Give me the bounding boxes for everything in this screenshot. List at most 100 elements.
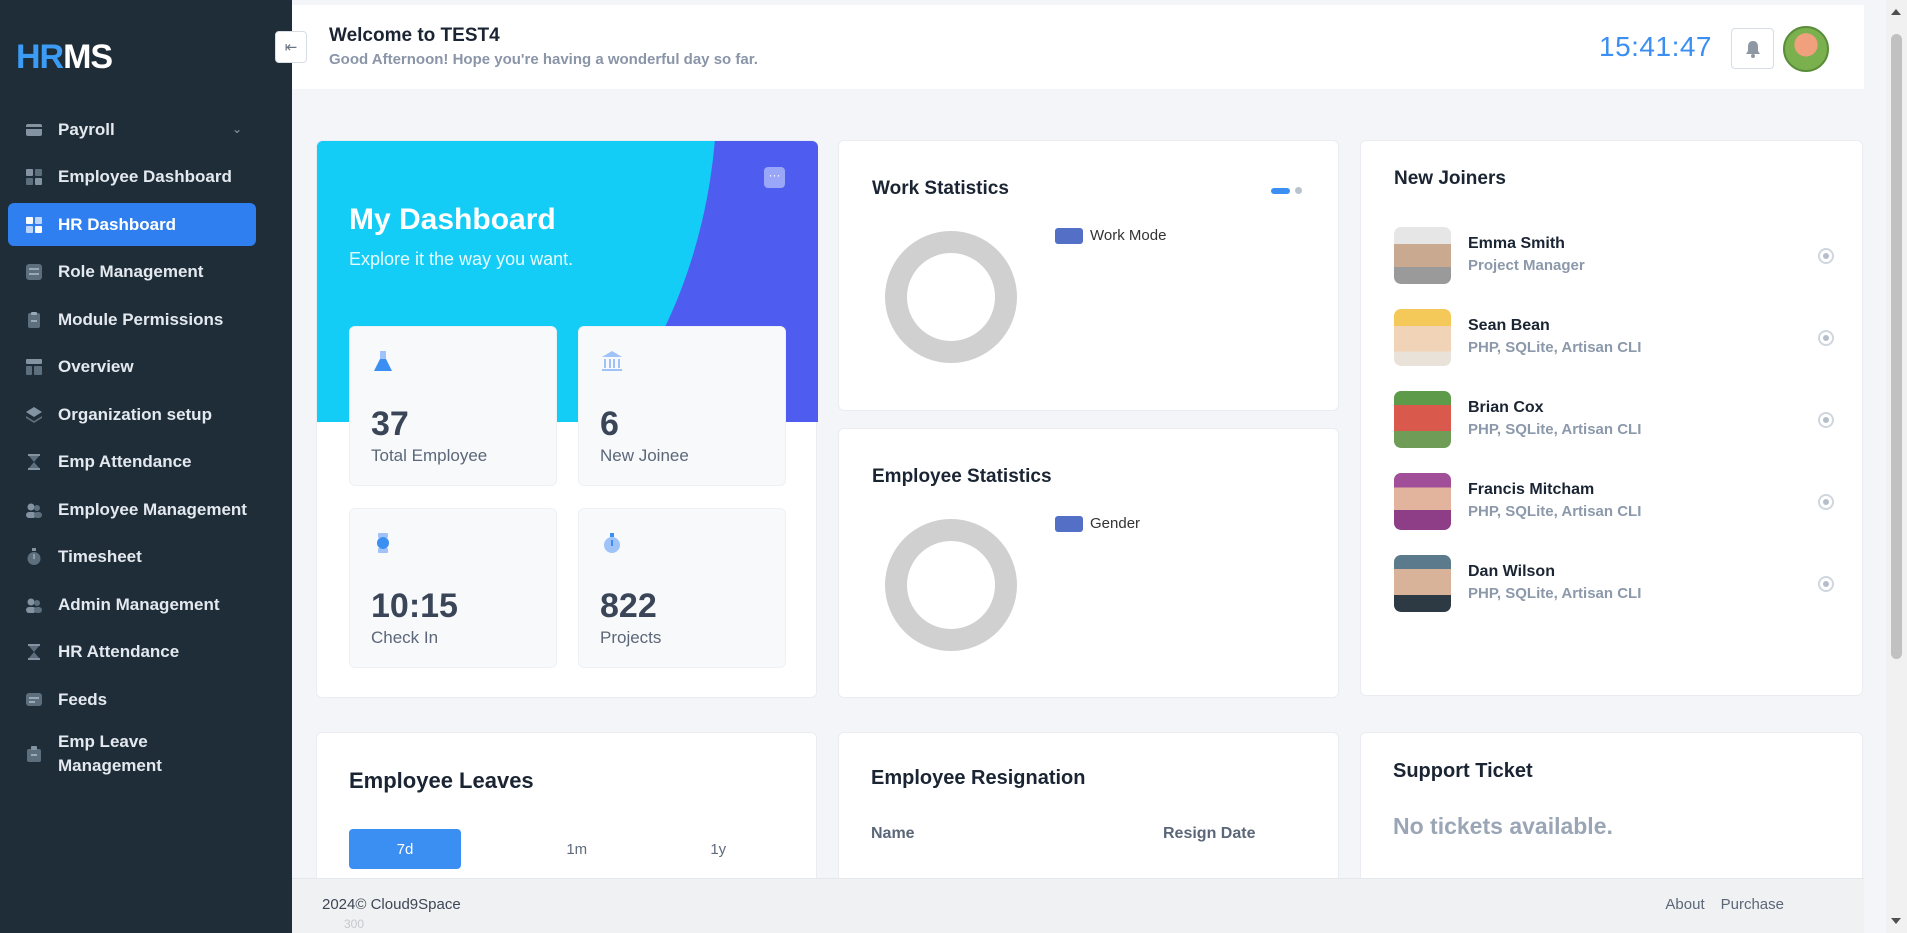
stat-label: Total Employee [371, 446, 488, 465]
stat-value: 822 [600, 587, 657, 625]
avatar [1394, 391, 1451, 448]
avatar [1394, 309, 1451, 366]
carousel-pager[interactable] [1271, 187, 1302, 194]
list-item[interactable]: Emma Smith Project Manager [1394, 227, 1834, 285]
tab-1y[interactable]: 1y [648, 829, 790, 869]
pager-dot[interactable] [1295, 187, 1302, 194]
joiner-role: PHP, SQLite, Artisan CLI [1468, 503, 1642, 520]
work-mode-legend[interactable]: Work Mode [1055, 227, 1166, 244]
sidebar-item-label: Overview [58, 357, 134, 376]
sidebar-item-label: Timesheet [58, 547, 142, 566]
sidebar-item-admin-management[interactable]: Admin Management [8, 583, 256, 626]
sidebar: HRMS Payroll ⌄ Employee Dashboard HR Das… [0, 0, 292, 933]
sidebar-item-hr-attendance[interactable]: HR Attendance [8, 631, 256, 674]
list-item[interactable]: Sean Bean PHP, SQLite, Artisan CLI [1394, 309, 1834, 367]
scroll-down-icon[interactable] [1891, 918, 1901, 924]
sidebar-item-employee-dashboard[interactable]: Employee Dashboard [8, 156, 256, 199]
about-link[interactable]: About [1665, 896, 1704, 913]
my-dashboard-card: My Dashboard Explore it the way you want… [316, 140, 818, 698]
footer-links: About Purchase [1665, 896, 1784, 913]
sidebar-item-timesheet[interactable]: Timesheet [8, 536, 256, 579]
sidebar-item-emp-leave-management[interactable]: Emp Leave Management [8, 726, 256, 782]
sidebar-item-label: Admin Management [58, 594, 220, 614]
logo-part-hr: HR [16, 38, 64, 76]
user-avatar[interactable] [1783, 26, 1829, 72]
list-item[interactable]: Dan Wilson PHP, SQLite, Artisan CLI [1394, 555, 1834, 613]
employee-leaves-title: Employee Leaves [349, 768, 534, 793]
gender-donut [885, 519, 1017, 651]
layers-icon [26, 406, 42, 423]
sidebar-item-label: Emp Attendance [58, 452, 192, 471]
sidebar-item-role-management[interactable]: Role Management [8, 251, 256, 294]
scrollbar-thumb[interactable] [1891, 34, 1902, 659]
list-item[interactable]: Francis Mitcham PHP, SQLite, Artisan CLI [1394, 473, 1834, 531]
view-icon[interactable] [1818, 248, 1834, 264]
stat-value: 10:15 [371, 587, 458, 625]
sidebar-item-emp-attendance[interactable]: Emp Attendance [8, 441, 256, 484]
flask-icon [374, 351, 392, 371]
view-icon[interactable] [1818, 494, 1834, 510]
work-statistics-title: Work Statistics [872, 178, 1009, 199]
joiner-role: Project Manager [1468, 257, 1585, 274]
watch-icon [377, 533, 389, 553]
avatar [1394, 473, 1451, 530]
view-icon[interactable] [1818, 576, 1834, 592]
stopwatch-icon [604, 533, 620, 553]
credit-card-icon [26, 123, 42, 136]
avatar [1394, 555, 1451, 612]
stat-label: New Joinee [600, 446, 689, 465]
top-header: Welcome to TEST4 Good Afternoon! Hope yo… [292, 5, 1864, 89]
sidebar-item-employee-management[interactable]: Employee Management [8, 488, 256, 531]
stat-check-in: 10:15 Check In [349, 508, 557, 668]
sidebar-item-module-permissions[interactable]: Module Permissions [8, 298, 256, 341]
users-icon [26, 598, 42, 613]
employee-resignation-title: Employee Resignation [871, 767, 1086, 789]
joiner-name: Francis Mitcham [1468, 481, 1595, 498]
page-footer: 2024© Cloud9Space 300 About Purchase [292, 878, 1864, 933]
joiner-name: Sean Bean [1468, 317, 1550, 334]
sidebar-item-payroll[interactable]: Payroll ⌄ [8, 108, 256, 151]
legend-label: Work Mode [1090, 227, 1167, 244]
sidebar-item-organization-setup[interactable]: Organization setup [8, 393, 256, 436]
purchase-link[interactable]: Purchase [1721, 896, 1784, 913]
sidebar-item-feeds[interactable]: Feeds [8, 678, 256, 721]
logo-part-ms: MS [63, 38, 113, 76]
clipboard-icon [28, 311, 40, 328]
list-item[interactable]: Brian Cox PHP, SQLite, Artisan CLI [1394, 391, 1834, 449]
dashboard-grid-icon [26, 169, 42, 185]
arrow-left-icon: ⇤ [284, 39, 298, 56]
column-header-name: Name [871, 825, 915, 842]
joiner-name: Brian Cox [1468, 399, 1544, 416]
scroll-up-icon[interactable] [1891, 9, 1901, 15]
joiner-role: PHP, SQLite, Artisan CLI [1468, 339, 1642, 356]
view-icon[interactable] [1818, 412, 1834, 428]
gender-legend[interactable]: Gender [1055, 515, 1140, 532]
hourglass-icon [28, 454, 40, 470]
view-icon[interactable] [1818, 330, 1834, 346]
copyright-text: 2024© Cloud9Space [322, 896, 461, 913]
more-options-icon[interactable]: ··· [764, 167, 785, 188]
feed-icon [26, 692, 42, 706]
page-scrollbar[interactable] [1886, 0, 1907, 933]
pager-dot-active[interactable] [1271, 187, 1290, 194]
stopwatch-icon [27, 548, 41, 565]
tab-7d[interactable]: 7d [349, 829, 461, 869]
greeting-text: Good Afternoon! Hope you're having a won… [329, 51, 758, 68]
employee-statistics-card: Employee Statistics Gender [838, 428, 1339, 698]
sidebar-item-label: HR Attendance [58, 642, 180, 661]
brand-logo[interactable]: HRMS [16, 38, 113, 77]
sidebar-nav: Payroll ⌄ Employee Dashboard HR Dashboar… [8, 108, 256, 786]
sidebar-item-hr-dashboard[interactable]: HR Dashboard [8, 203, 256, 246]
sidebar-item-label: Employee Management [58, 499, 247, 519]
joiner-name: Emma Smith [1468, 235, 1565, 252]
tab-1m[interactable]: 1m [506, 829, 648, 869]
support-ticket-title: Support Ticket [1393, 760, 1533, 782]
joiner-role: PHP, SQLite, Artisan CLI [1468, 585, 1642, 602]
live-clock: 15:41:47 [1599, 31, 1712, 62]
sidebar-collapse-button[interactable]: ⇤ [275, 31, 307, 63]
sidebar-item-overview[interactable]: Overview [8, 346, 256, 389]
users-icon [26, 503, 42, 518]
legend-swatch [1055, 227, 1083, 244]
notifications-button[interactable] [1731, 28, 1774, 69]
sidebar-item-label: Payroll [58, 119, 115, 139]
